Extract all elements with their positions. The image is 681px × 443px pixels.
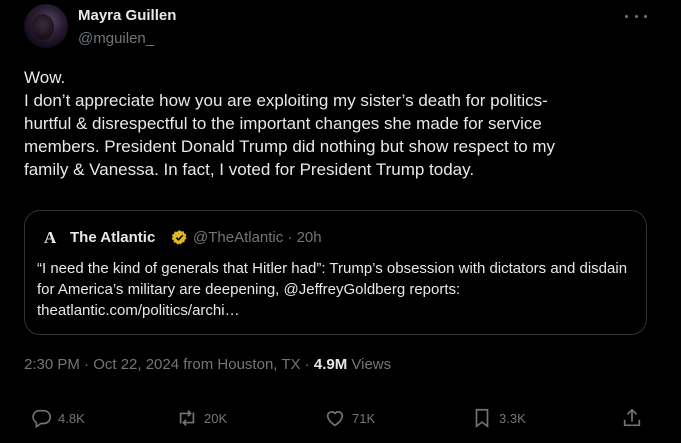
like-count: 71K <box>352 410 376 426</box>
repost-button[interactable]: 20K <box>176 404 227 432</box>
more-icon[interactable] <box>625 8 647 24</box>
author-name[interactable]: Mayra Guillen <box>78 7 176 24</box>
like-button[interactable]: 71K <box>324 404 375 432</box>
action-bar: 4.8K 20K 71K 3.3K <box>0 404 681 432</box>
repost-icon <box>179 410 195 426</box>
timestamp[interactable]: 2:30 PM · Oct 22, 2024 from Houston, TX … <box>24 356 314 373</box>
verified-gold-badge-icon <box>171 230 187 245</box>
quoted-text: “I need the kind of generals that Hitler… <box>37 260 628 319</box>
reply-count: 4.8K <box>58 410 85 426</box>
share-icon <box>623 408 641 427</box>
quoted-tweet[interactable]: A The Atlantic @TheAtlantic · 20h “I nee… <box>24 210 647 335</box>
like-icon <box>326 411 344 427</box>
views-count: 4.9M <box>313 356 348 373</box>
bookmark-button[interactable]: 3.3K <box>471 404 526 432</box>
bookmark-count: 3.3K <box>499 410 526 426</box>
share-button[interactable] <box>621 404 643 432</box>
tweet[interactable]: Mayra Guillen @mguilen_ Wow. I don’t app… <box>0 0 681 443</box>
quoted-author-name: The Atlantic <box>70 229 156 246</box>
reply-icon <box>32 409 51 429</box>
bookmark-icon <box>475 408 489 428</box>
atlantic-logo-icon[interactable]: A <box>44 229 60 247</box>
avatar[interactable] <box>24 4 68 48</box>
tweet-meta: 2:30 PM · Oct 22, 2024 from Houston, TX … <box>24 356 391 373</box>
author-handle[interactable]: @mguilen_ <box>78 30 154 47</box>
reply-button[interactable]: 4.8K <box>30 404 85 432</box>
tweet-text: Wow. I don’t appreciate how you are expl… <box>24 68 556 179</box>
views-label: Views <box>347 356 392 373</box>
repost-count: 20K <box>204 410 228 426</box>
quoted-handle-time: @TheAtlantic · 20h <box>193 229 322 246</box>
